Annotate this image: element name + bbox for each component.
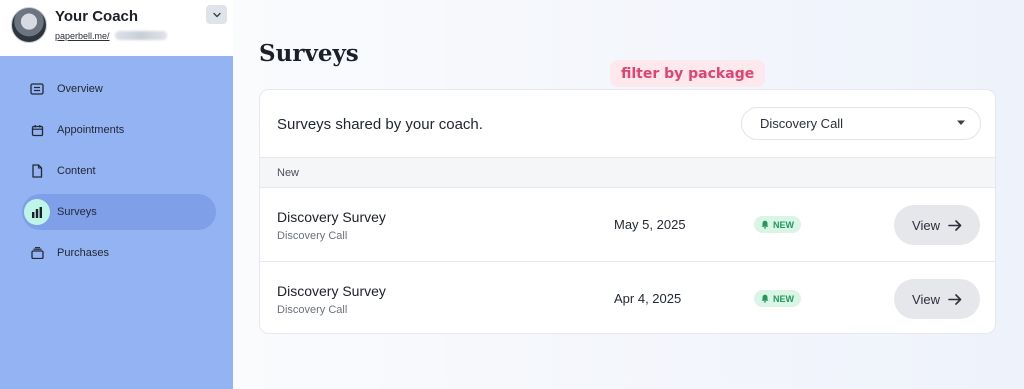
sidebar-item-label: Overview [57,83,103,95]
sidebar-item-overview[interactable]: Overview [22,71,216,107]
chevron-down-icon [212,12,221,17]
main-content: Surveys filter by package Surveys shared… [233,0,1024,389]
bell-icon [761,294,769,303]
purchases-icon [24,240,50,266]
page-title: Surveys [259,40,359,67]
survey-title: Discovery Survey [277,209,386,225]
sidebar-item-content[interactable]: Content [22,153,216,189]
calendar-icon [24,117,50,143]
survey-date: May 5, 2025 [614,217,686,232]
avatar [11,7,47,43]
filter-annotation: filter by package [610,60,766,87]
caret-down-icon [957,120,965,125]
sidebar-item-appointments[interactable]: Appointments [22,112,216,148]
survey-title: Discovery Survey [277,283,386,299]
sidebar-item-surveys[interactable]: Surveys [22,194,216,230]
survey-date: Apr 4, 2025 [614,291,682,306]
document-icon [24,158,50,184]
view-button-label: View [912,291,940,307]
new-badge: NEW [754,216,801,233]
overview-icon [24,76,50,102]
package-filter-value: Discovery Call [760,116,844,131]
sidebar-item-label: Appointments [57,124,125,136]
sidebar-item-label: Purchases [57,247,109,259]
package-filter-select[interactable]: Discovery Call [741,107,981,140]
redacted-url [115,31,167,40]
view-button-label: View [912,217,940,233]
new-badge: NEW [754,290,801,307]
section-header-new: New [260,157,995,188]
coach-url-link[interactable]: paperbell.me/ [55,31,110,41]
bar-chart-icon [24,199,50,225]
view-survey-button[interactable]: View [894,279,980,319]
account-header[interactable]: Your Coach paperbell.me/ [0,0,233,56]
account-menu-button[interactable] [206,5,227,24]
arrow-right-icon [948,293,962,305]
badge-label: NEW [773,219,794,230]
survey-package: Discovery Call [277,304,348,316]
survey-row: Discovery Survey Discovery Call Apr 4, 2… [260,262,995,333]
sidebar-item-label: Content [57,165,96,177]
sidebar-item-purchases[interactable]: Purchases [22,235,216,271]
bell-icon [761,220,769,229]
surveys-card: Surveys shared by your coach. Discovery … [259,89,996,334]
survey-package: Discovery Call [277,230,348,242]
view-survey-button[interactable]: View [894,205,980,245]
card-heading: Surveys shared by your coach. [277,116,483,133]
arrow-right-icon [948,219,962,231]
survey-row: Discovery Survey Discovery Call May 5, 2… [260,188,995,262]
sidebar-item-label: Surveys [57,206,97,218]
badge-label: NEW [773,293,794,304]
coach-name: Your Coach [55,8,139,25]
sidebar: Your Coach paperbell.me/ Overview Appoin… [0,0,233,389]
